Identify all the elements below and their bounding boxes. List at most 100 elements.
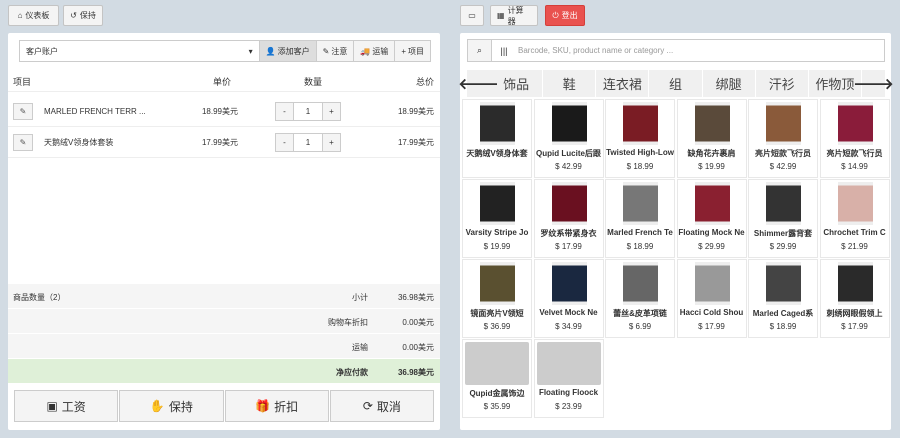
window-toggle-button[interactable]: ▭ (460, 5, 484, 26)
product-panel: ⌕ ||| Barcode, SKU, product name or cate… (458, 33, 894, 430)
product-tile[interactable]: 亮片短款飞行员 $ 14.99 (819, 99, 890, 178)
product-tile[interactable]: 罗纹系带紧身衣 $ 17.99 (533, 179, 604, 258)
dashboard-button[interactable]: ⌂ 仪表板 (8, 5, 59, 26)
product-tile[interactable]: Qupid Lucite后跟 $ 42.99 (533, 99, 604, 178)
product-tile[interactable]: 蕾丝&皮革项链 $ 6.99 (605, 259, 675, 338)
product-name: Qupid Lucite后跟 (536, 149, 601, 158)
cart-row[interactable]: ✎ 天鹅绒V领身体套装 17.99美元 - 1 + 17.99美元 (8, 127, 440, 158)
product-name: 缺角花卉裹肩 (687, 149, 736, 158)
refresh-icon: ⟳ (362, 399, 373, 413)
customer-select[interactable]: 客户账户 ▾ (19, 40, 260, 62)
caret-down-icon: ▾ (248, 46, 253, 56)
decrement-button[interactable]: - (276, 102, 294, 120)
product-tile[interactable]: Chrochet Trim C $ 21.99 (819, 179, 890, 258)
arrow-right-icon[interactable]: 🡒 (853, 70, 893, 97)
product-tile[interactable]: 缺角花卉裹肩 $ 19.99 (676, 99, 747, 178)
search-bar: ⌕ ||| Barcode, SKU, product name or cate… (467, 39, 885, 62)
product-image (480, 182, 515, 225)
discount-button[interactable]: 🎁 折扣 (224, 390, 329, 422)
product-tile[interactable]: Qupid金属饰边 $ 35.99 (462, 339, 532, 418)
product-name: Floating Mock Ne (678, 228, 745, 237)
calculator-button[interactable]: ▦ 计算器 (490, 5, 538, 26)
truck-icon: 🚚 (360, 46, 371, 56)
discount-value: 0.00美元 (402, 318, 434, 327)
product-price: $ 14.99 (841, 162, 868, 171)
increment-button[interactable]: + (322, 102, 340, 120)
product-tile[interactable]: Marled French Te $ 18.99 (605, 179, 675, 258)
item-count: 商品数量（2） (13, 293, 66, 302)
user-icon: 👤 (265, 46, 276, 56)
shipping-button[interactable]: 🚚 运输 (353, 40, 396, 62)
item-name: 天鹅绒V领身体套装 (44, 137, 114, 147)
category-tab[interactable]: 饰品 (490, 70, 544, 97)
product-price: $ 19.99 (698, 162, 725, 171)
gift-icon: 🎁 (255, 399, 271, 413)
product-tile[interactable]: 天鹅绒V领身体套 (462, 99, 532, 178)
search-button[interactable]: ⌕ (468, 40, 492, 61)
quantity-input[interactable]: 1 (294, 102, 322, 120)
product-tile[interactable]: Floating Mock Ne $ 29.99 (676, 179, 747, 258)
product-tile[interactable]: 亮片短款飞行员 $ 42.99 (748, 99, 818, 178)
hold-top-button[interactable]: ↺ 保持 (63, 5, 103, 26)
product-tile[interactable]: 刺绣网眼假领上 $ 17.99 (819, 259, 890, 338)
shipping-value: 0.00美元 (402, 343, 434, 352)
product-name: Marled Caged系 (752, 309, 814, 318)
item-price: 17.99美元 (201, 137, 238, 147)
product-name: 亮片短款飞行员 (826, 149, 883, 158)
product-image (623, 182, 658, 225)
arrow-left-icon[interactable]: 🡐 (458, 70, 498, 97)
product-image (766, 102, 801, 145)
product-tile[interactable]: 镜面亮片V领短 $ 36.99 (462, 259, 532, 338)
add-customer-button[interactable]: 👤 添加客户 (258, 40, 317, 62)
product-price: $ 34.99 (555, 322, 582, 331)
product-tile[interactable]: Twisted High-Low $ 18.99 (605, 99, 675, 178)
quantity-stepper[interactable]: - 1 + (275, 132, 341, 152)
product-tile[interactable]: Hacci Cold Shou $ 17.99 (676, 259, 747, 338)
product-image (694, 182, 730, 225)
category-tab[interactable]: 汗衫 (756, 70, 809, 97)
product-name: Hacci Cold Shou (679, 308, 744, 317)
increment-button[interactable]: + (322, 133, 340, 151)
category-tab[interactable]: 组 (649, 70, 703, 97)
product-image (623, 262, 658, 305)
product-image (837, 102, 873, 145)
product-image (551, 262, 587, 305)
category-tab[interactable]: 鞋 (543, 70, 597, 97)
product-name: 亮片短款飞行员 (755, 149, 811, 158)
product-tile[interactable]: Shimmer露背套 $ 29.99 (748, 179, 818, 258)
product-image (551, 102, 587, 145)
cart-row[interactable]: ✎ MARLED FRENCH TERR ... 18.99美元 - 1 + 1… (8, 96, 440, 127)
cart-panel: 客户账户 ▾ 👤 添加客户 ✎ 注意 🚚 运输 + 项目 项目 单价 数量 总价 ✎ M… (8, 33, 440, 430)
product-name: Floating Floock (538, 388, 599, 397)
product-image (766, 182, 801, 225)
net-label: 净应付款 (336, 368, 368, 377)
pay-button[interactable]: ▣ 工资 (14, 390, 119, 422)
logout-button[interactable]: ⏻ 登出 (545, 5, 585, 26)
product-tile[interactable]: Floating Floock $ 23.99 (533, 339, 604, 418)
decrement-button[interactable]: - (276, 133, 294, 151)
product-image (837, 182, 873, 225)
note-button[interactable]: ✎ 注意 (315, 40, 355, 62)
header-item: 项目 (13, 77, 32, 87)
edit-item-button[interactable]: ✎ (13, 102, 33, 120)
quantity-input[interactable]: 1 (294, 133, 322, 151)
category-tab[interactable]: 绑腿 (703, 70, 756, 97)
search-input[interactable]: Barcode, SKU, product name or category .… (516, 40, 884, 61)
product-tile[interactable]: Varsity Stripe Jo $ 19.99 (462, 179, 532, 258)
edit-icon: ✎ (19, 106, 27, 116)
hold-button[interactable]: ✋ 保持 (119, 390, 224, 422)
add-item-button[interactable]: + 项目 (394, 40, 431, 62)
quantity-stepper[interactable]: - 1 + (275, 101, 341, 121)
pencil-icon: ✎ (322, 46, 330, 56)
product-name: 罗纹系带紧身衣 (540, 229, 597, 238)
product-tile[interactable]: Velvet Mock Ne $ 34.99 (533, 259, 604, 338)
product-image (465, 342, 529, 385)
product-tile[interactable]: Marled Caged系 $ 18.99 (748, 259, 818, 338)
subtotal-label: 小计 (352, 293, 368, 302)
home-icon: ⌂ (17, 11, 23, 20)
edit-item-button[interactable]: ✎ (13, 133, 33, 151)
cancel-button[interactable]: ⟳ 取消 (329, 390, 434, 422)
category-tab[interactable]: 连衣裙 (596, 70, 650, 97)
product-price: $ 18.99 (626, 162, 654, 171)
logout-icon: ⏻ (552, 10, 559, 20)
